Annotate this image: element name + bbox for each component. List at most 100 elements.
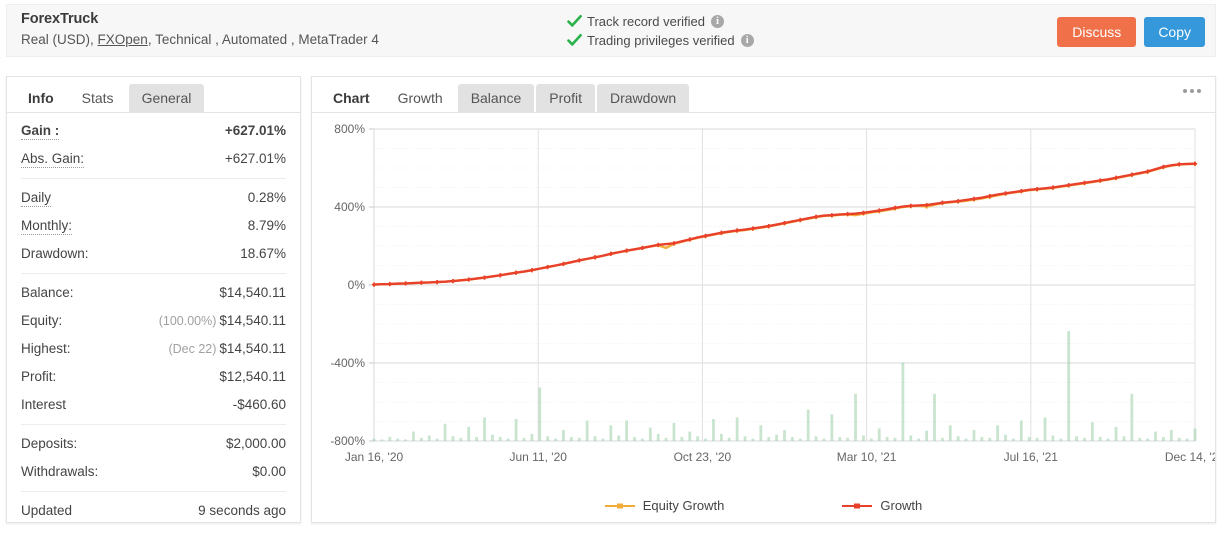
- stat-row-daily: Daily 0.28%: [21, 184, 286, 212]
- account-identity: ForexTruck Real (USD), FXOpen, Technical…: [7, 5, 567, 49]
- header-actions: Discuss Copy: [1057, 17, 1205, 47]
- discuss-button[interactable]: Discuss: [1057, 17, 1137, 47]
- chart-panel: Chart Growth Balance Profit Drawdown 800…: [311, 76, 1216, 523]
- stats-panel-tabs: Info Stats General: [7, 77, 300, 113]
- stat-label[interactable]: Gain :: [21, 123, 60, 140]
- legend-item-growth[interactable]: Growth: [842, 498, 922, 513]
- info-icon[interactable]: i: [711, 15, 724, 28]
- stat-label: Interest: [21, 397, 67, 412]
- stat-value: $14,540.11: [219, 313, 286, 328]
- stat-value: $12,540.11: [219, 369, 286, 384]
- stat-value: $0.00: [252, 464, 286, 479]
- broker-link[interactable]: FXOpen: [98, 32, 148, 47]
- stat-row-deposits: Deposits: $2,000.00: [21, 430, 286, 458]
- legend-label-equity-growth: Equity Growth: [642, 498, 725, 513]
- stat-value-prefix: (100.00%): [158, 314, 217, 328]
- stat-label: Highest:: [21, 341, 71, 356]
- check-icon: [567, 33, 582, 48]
- growth-chart-svg: 800% 400% 0% -400% -800% Jan 16, '20 Jun 11, '…: [330, 122, 1215, 464]
- tab-info[interactable]: Info: [15, 84, 67, 112]
- divider: [21, 273, 286, 274]
- stat-value: 18.67%: [240, 246, 286, 261]
- svg-text:Dec 14, '21: Dec 14, '21: [1165, 450, 1215, 464]
- stat-label[interactable]: Monthly:: [21, 218, 73, 235]
- stats-group-performance: Daily 0.28% Monthly: 8.79% Drawdown: 18.…: [21, 184, 286, 268]
- svg-text:400%: 400%: [334, 200, 365, 214]
- stat-label: Updated: [21, 503, 73, 518]
- stats-group-gain: Gain : +627.01% Abs. Gain: +627.01%: [21, 117, 286, 173]
- stat-value: 9 seconds ago: [198, 503, 286, 518]
- svg-text:Jul 16, '21: Jul 16, '21: [1004, 450, 1059, 464]
- svg-text:-800%: -800%: [330, 434, 365, 448]
- stat-row-drawdown: Drawdown: 18.67%: [21, 240, 286, 268]
- stats-list: Gain : +627.01% Abs. Gain: +627.01% Dail…: [7, 113, 300, 533]
- stat-value-prefix: (Dec 22): [168, 342, 217, 356]
- svg-text:0%: 0%: [348, 278, 366, 292]
- stat-value-wrap: (Dec 22) $14,540.11: [168, 340, 286, 358]
- stat-row-monthly: Monthly: 8.79%: [21, 212, 286, 240]
- account-meta-rest: , Technical , Automated , MetaTrader 4: [147, 32, 379, 47]
- stat-value: $14,540.11: [219, 285, 286, 300]
- tab-general[interactable]: General: [128, 84, 205, 112]
- divider: [21, 424, 286, 425]
- svg-text:Mar 10, '21: Mar 10, '21: [837, 450, 897, 464]
- account-name: ForexTruck: [21, 11, 99, 27]
- account-header: ForexTruck Real (USD), FXOpen, Technical…: [6, 4, 1216, 57]
- legend-swatch-growth: [842, 503, 873, 508]
- more-options-icon[interactable]: [1183, 89, 1201, 93]
- verification-trading-privileges-label: Trading privileges verified: [587, 33, 735, 48]
- legend-swatch-equity-growth: [604, 503, 635, 508]
- info-icon[interactable]: i: [740, 34, 754, 47]
- tab-drawdown[interactable]: Drawdown: [596, 84, 690, 112]
- growth-chart: 800% 400% 0% -400% -800% Jan 16, '20 Jun 11, '…: [312, 113, 1215, 523]
- svg-text:Oct 23, '20: Oct 23, '20: [674, 450, 732, 464]
- svg-text:Jun 11, '20: Jun 11, '20: [509, 450, 567, 464]
- stat-value: +627.01%: [224, 151, 286, 166]
- stat-label[interactable]: Abs. Gain:: [21, 151, 85, 168]
- stat-value: -$460.60: [232, 397, 286, 412]
- divider: [21, 178, 286, 179]
- legend-item-equity-growth[interactable]: Equity Growth: [604, 498, 725, 513]
- stat-label: Balance:: [21, 285, 74, 300]
- account-meta: Real (USD), FXOpen, Technical , Automate…: [21, 30, 567, 49]
- stat-value: 0.28%: [247, 190, 286, 205]
- stat-row-withdrawals: Withdrawals: $0.00: [21, 458, 286, 486]
- account-type: Real (USD),: [21, 32, 94, 47]
- stat-value: +627.01%: [224, 123, 286, 138]
- stats-group-tracking: Updated 9 seconds ago Tracking 133: [21, 497, 286, 533]
- stat-row-tracking: Tracking 133: [21, 525, 286, 533]
- check-icon: [567, 14, 582, 29]
- verification-track-record-label: Track record verified: [587, 14, 705, 29]
- tab-chart[interactable]: Chart: [320, 84, 383, 112]
- stats-group-funding: Deposits: $2,000.00 Withdrawals: $0.00: [21, 430, 286, 486]
- svg-text:800%: 800%: [334, 122, 365, 136]
- stat-row-equity: Equity: (100.00%) $14,540.11: [21, 307, 286, 335]
- stat-label: Deposits:: [21, 436, 78, 451]
- stats-panel: Info Stats General Gain : +627.01% Abs. …: [6, 76, 301, 533]
- tab-balance[interactable]: Balance: [457, 84, 535, 112]
- stat-label: Withdrawals:: [21, 464, 99, 479]
- stat-row-interest: Interest -$460.60: [21, 391, 286, 419]
- stat-value-wrap: (100.00%) $14,540.11: [159, 312, 286, 330]
- stat-row-balance: Balance: $14,540.11: [21, 279, 286, 307]
- svg-text:-400%: -400%: [330, 356, 365, 370]
- legend-label-growth: Growth: [880, 498, 923, 513]
- divider: [21, 491, 286, 492]
- tab-stats[interactable]: Stats: [68, 84, 127, 112]
- stat-row-highest: Highest: (Dec 22) $14,540.11: [21, 335, 286, 363]
- stat-label[interactable]: Daily: [21, 190, 52, 207]
- stat-label: Drawdown:: [21, 246, 89, 261]
- tab-growth[interactable]: Growth: [384, 84, 456, 112]
- stat-row-updated: Updated 9 seconds ago: [21, 497, 286, 525]
- trading-account-page: ForexTruck Real (USD), FXOpen, Technical…: [0, 0, 1222, 533]
- stat-row-gain: Gain : +627.01%: [21, 117, 286, 145]
- chart-panel-tabs: Chart Growth Balance Profit Drawdown: [312, 77, 1215, 113]
- chart-legend: Equity Growth Growth: [312, 498, 1215, 513]
- stat-row-abs-gain: Abs. Gain: +627.01%: [21, 145, 286, 173]
- stat-value: $14,540.11: [219, 341, 286, 356]
- stat-value: $2,000.00: [225, 436, 286, 451]
- copy-button[interactable]: Copy: [1144, 17, 1205, 47]
- stat-label: Profit:: [21, 369, 57, 384]
- tab-profit[interactable]: Profit: [536, 84, 595, 112]
- stats-group-balance: Balance: $14,540.11 Equity: (100.00%) $14…: [21, 279, 286, 419]
